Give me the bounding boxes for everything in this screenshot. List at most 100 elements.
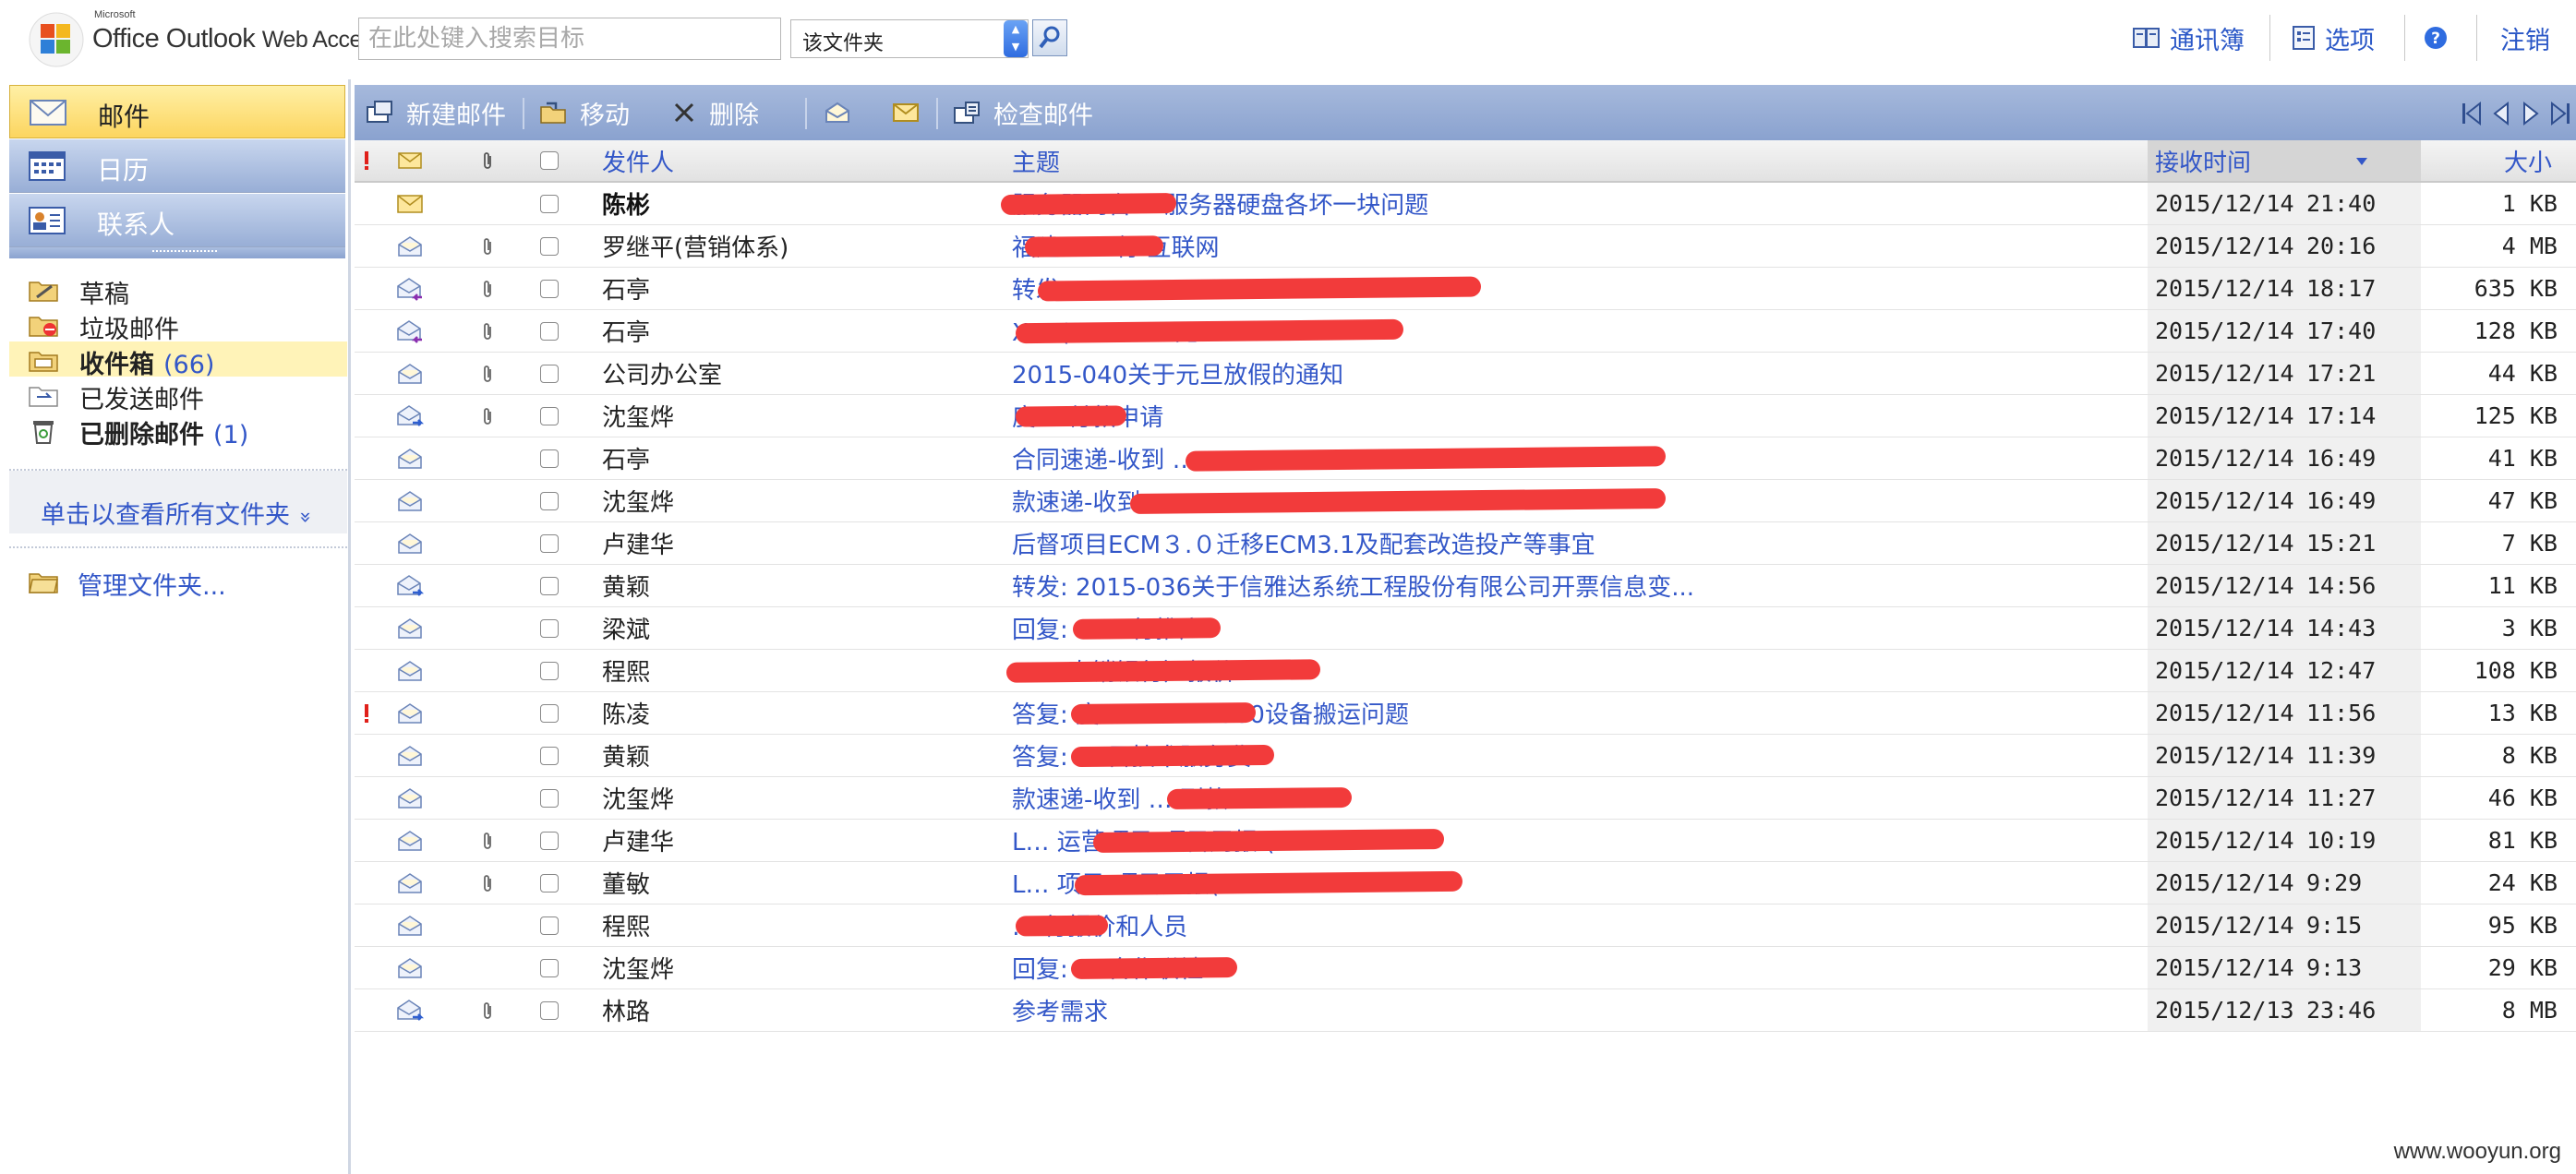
previous-page-button[interactable] xyxy=(2489,100,2513,127)
message-list-header: 发件人 主题 接收时间 大小 xyxy=(355,140,2576,183)
row-checkbox[interactable] xyxy=(536,607,563,649)
row-checkbox[interactable] xyxy=(536,183,563,224)
watermark: www.wooyun.org xyxy=(2393,1139,2561,1164)
message-row[interactable]: 黄颖 转发: 2015-036关于信雅达系统工程股份有限公司开票信息变... 201… xyxy=(355,565,2576,607)
message-subject[interactable]: … 行报价和人员 xyxy=(1012,904,2120,946)
manage-folders-link[interactable]: 管理文件夹... xyxy=(9,563,347,601)
select-all-checkbox[interactable] xyxy=(536,140,563,181)
message-row[interactable]: 程熙… …直销银行）报价2015/12/1412:47108 KB xyxy=(355,650,2576,692)
options-icon xyxy=(2293,26,2315,50)
message-row[interactable]: 林路 参考需求 2015/12/13 23:46 8 MB xyxy=(355,989,2576,1032)
importance-column-header[interactable] xyxy=(358,140,375,181)
junk-folder-icon xyxy=(29,317,58,337)
message-row[interactable]: 石亭转发: ... /X...2015/12/1418:17635 KB xyxy=(355,268,2576,310)
nav-pane-resize-handle[interactable] xyxy=(9,247,345,258)
search-scope-select[interactable]: 该文件夹 ▲ ▼ xyxy=(790,19,1029,58)
received-date: 2015/12/14 xyxy=(2155,360,2294,387)
row-checkbox[interactable] xyxy=(536,650,563,691)
check-mail-button[interactable]: 检查邮件 xyxy=(953,85,1093,140)
received-time: 2015/12/14 17:21 xyxy=(2148,353,2421,394)
row-checkbox[interactable] xyxy=(536,820,563,861)
message-subject[interactable]: 转发: 2015-036关于信雅达系统工程股份有限公司开票信息变... xyxy=(1012,565,2120,606)
row-checkbox[interactable] xyxy=(536,353,563,394)
nav-contacts-button[interactable]: 联系人 xyxy=(9,194,345,247)
row-checkbox[interactable] xyxy=(536,947,563,988)
message-row[interactable]: 黄颖答复: … 目技术服务费2015/12/1411:398 KB xyxy=(355,735,2576,777)
message-row[interactable]: 程熙 … 行报价和人员 2015/12/14 9:15 95 KB xyxy=(355,904,2576,947)
message-row[interactable]: 石亭 合同速递-收到 … .. 2015/12/14 16:49 41 KB xyxy=(355,437,2576,480)
subject-column-header[interactable]: 主题 xyxy=(1012,140,1566,181)
message-subject[interactable]: 服务器两台HP服务器硬盘各坏一块问题 xyxy=(1012,183,2120,224)
row-checkbox[interactable] xyxy=(536,522,563,564)
row-checkbox[interactable] xyxy=(536,904,563,946)
type-column-header[interactable] xyxy=(391,140,428,181)
mark-read-button[interactable] xyxy=(824,85,851,140)
size-column-header[interactable]: 大小 xyxy=(2497,140,2570,181)
folder-sent[interactable]: 已发送邮件 xyxy=(9,377,347,414)
message-row[interactable]: 陈彬 服务器两台HP服务器硬盘各坏一块问题 2015/12/14 21:40 1 KB xyxy=(355,183,2576,225)
nav-mail-button[interactable]: 邮件 xyxy=(9,85,345,138)
message-row[interactable]: 陈凌答复: 度… …UAP2980设备搬运问题2015/12/1411:5613… xyxy=(355,692,2576,735)
folder-inbox[interactable]: 收件箱 (66) xyxy=(9,341,347,379)
redaction-mark xyxy=(1072,617,1222,640)
folder-drafts[interactable]: 草稿 xyxy=(9,271,347,309)
show-all-folders-link[interactable]: 单击以查看所有文件夹 » xyxy=(9,471,347,533)
search-input[interactable] xyxy=(358,18,781,60)
message-subject[interactable]: 后督项目ECM３.０迁移ECM3.1及配套改造投产等事宜 xyxy=(1012,522,2120,564)
received-column-header[interactable]: 接收时间 xyxy=(2148,140,2421,181)
new-mail-button[interactable]: 新建邮件 xyxy=(366,85,506,140)
message-row[interactable]: 石亭X… (2015-YX-无...2015/12/1417:40128 KB xyxy=(355,310,2576,353)
row-checkbox[interactable] xyxy=(536,735,563,776)
checkbox xyxy=(540,788,559,808)
message-subject[interactable]: 福建… …行 互联网 xyxy=(1012,225,2120,267)
from-column-header[interactable]: 发件人 xyxy=(602,140,971,181)
message-subject[interactable]: 2015-040关于元旦放假的通知 xyxy=(1012,353,2120,394)
row-checkbox[interactable] xyxy=(536,480,563,521)
message-row[interactable]: 沈玺烨回复: … 合作联社2015/12/149:1329 KB xyxy=(355,947,2576,989)
message-row[interactable]: 卢建华L… 运营项目-项目周报 (...2015/12/1410:1981 KB xyxy=(355,820,2576,862)
message-row[interactable]: 公司办公室 2015-040关于元旦放假的通知 2015/12/14 17:21 44 … xyxy=(355,353,2576,395)
attachment-column-header[interactable] xyxy=(476,140,499,181)
first-page-button[interactable] xyxy=(2460,100,2484,127)
attachment-cell xyxy=(476,692,499,734)
message-row[interactable]: 梁斌回复: … …行推广2015/12/1414:433 KB xyxy=(355,607,2576,650)
address-book-link[interactable]: 通讯簿 xyxy=(2133,15,2245,61)
last-page-button[interactable] xyxy=(2548,100,2572,127)
delete-button[interactable]: 删除 xyxy=(672,85,759,140)
row-checkbox[interactable] xyxy=(536,268,563,309)
folder-junk[interactable]: 垃圾邮件 xyxy=(9,306,347,344)
sent-folder-icon xyxy=(29,387,58,407)
message-row[interactable]: 卢建华 后督项目ECM３.０迁移ECM3.1及配套改造投产等事宜 2015/12/1… xyxy=(355,522,2576,565)
logout-link[interactable]: 注销 xyxy=(2500,15,2550,61)
message-row[interactable]: 沈玺烨 款速递-收到 … ... 2015/12/14 16:49 47 KB xyxy=(355,480,2576,522)
row-checkbox[interactable] xyxy=(536,225,563,267)
mark-unread-button[interactable] xyxy=(892,85,920,140)
options-link[interactable]: 选项 xyxy=(2292,15,2375,61)
received-time: 2015/12/14 14:43 xyxy=(2148,607,2421,649)
sender-name: 卢建华 xyxy=(602,829,675,857)
message-row[interactable]: 沈玺烨 度… 付款申请 2015/12/14 17:14 125 KB xyxy=(355,395,2576,437)
nav-calendar-button[interactable]: 日历 xyxy=(9,139,345,193)
row-checkbox[interactable] xyxy=(536,565,563,606)
attachment-cell xyxy=(476,565,499,606)
message-subject[interactable]: 度… 付款申请 xyxy=(1012,395,2120,437)
folder-deleted[interactable]: 已删除邮件 (1) xyxy=(9,412,347,449)
row-checkbox[interactable] xyxy=(536,395,563,437)
row-checkbox[interactable] xyxy=(536,310,563,352)
search-button[interactable] xyxy=(1032,19,1067,56)
message-subject[interactable]: 参考需求 xyxy=(1012,989,2120,1031)
message-row[interactable]: 罗继平(营销体系) 福建… …行 互联网 2015/12/14 20:16 4 MB xyxy=(355,225,2576,268)
row-checkbox[interactable] xyxy=(536,989,563,1031)
message-size: 1 KB xyxy=(2501,190,2558,217)
row-checkbox[interactable] xyxy=(536,777,563,819)
redaction-mark xyxy=(1074,870,1463,896)
row-checkbox[interactable] xyxy=(536,437,563,479)
next-page-button[interactable] xyxy=(2519,100,2543,127)
message-row[interactable]: 沈玺烨 款速递-收到 … 到款 2015/12/14 11:27 46 KB xyxy=(355,777,2576,820)
message-size: 44 KB xyxy=(2487,360,2558,387)
message-row[interactable]: 董敏L… 项目-项目周报(...2015/12/149:2924 KB xyxy=(355,862,2576,904)
move-button[interactable]: 移动 xyxy=(539,85,630,140)
row-checkbox[interactable] xyxy=(536,862,563,904)
row-checkbox[interactable] xyxy=(536,692,563,734)
help-link[interactable]: ? xyxy=(2423,15,2449,61)
